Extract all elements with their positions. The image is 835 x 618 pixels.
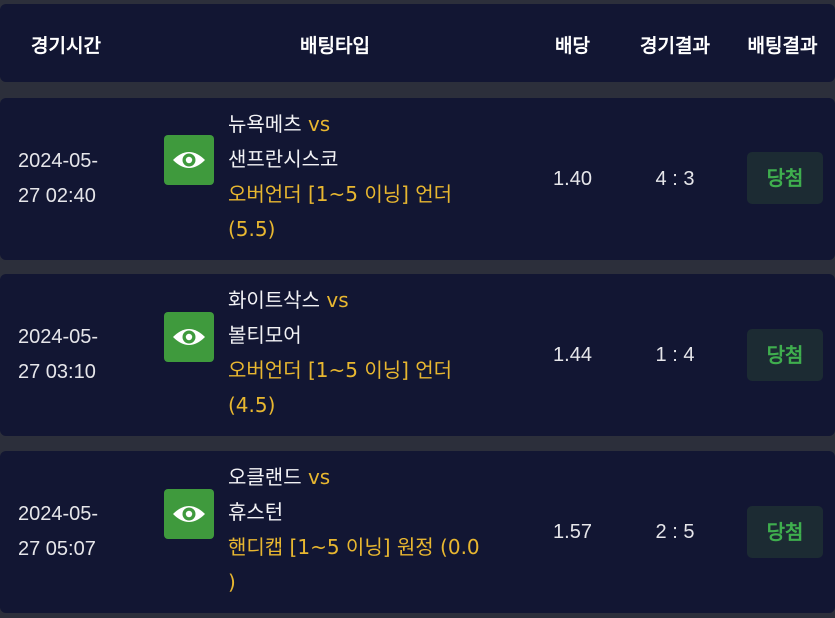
odds-value: 1.44 xyxy=(553,344,592,366)
away-team: 휴스턴 xyxy=(228,500,284,524)
away-team: 볼티모어 xyxy=(228,323,302,347)
vs-label: vs xyxy=(307,465,331,489)
bet-type-line: 핸디캡 [1~5 이닝] 원정 (0.0 xyxy=(228,535,480,559)
match-clock: 27 03:10 xyxy=(18,361,96,383)
bet-type-line: 오버언더 [1~5 이닝] 언더 xyxy=(228,358,453,382)
match-time: 2024-05- 27 05:07 xyxy=(18,451,133,613)
bet-info: 뉴욕메츠 vs 샌프란시스코 오버언더 [1~5 이닝] 언더 (5.5) xyxy=(228,107,528,247)
bet-type-line: 오버언더 [1~5 이닝] 언더 xyxy=(228,182,453,206)
win-badge: 당첨 xyxy=(747,152,823,204)
view-detail-button[interactable] xyxy=(164,489,214,539)
bet-type-line-cont: (4.5) xyxy=(228,393,276,417)
table-row: 2024-05- 27 05:07 오클랜드 vs 휴스턴 핸디캡 [1~5 이… xyxy=(0,451,835,613)
match-date: 2024-05- xyxy=(18,326,99,348)
bet-info: 화이트삭스 vs 볼티모어 오버언더 [1~5 이닝] 언더 (4.5) xyxy=(228,283,528,423)
eye-icon xyxy=(173,152,205,168)
matchup-line: 오클랜드 vs xyxy=(228,460,528,495)
match-clock: 27 02:40 xyxy=(18,185,96,207)
away-team: 샌프란시스코 xyxy=(228,147,339,171)
match-score: 1 : 4 xyxy=(655,344,695,366)
matchup-line: 화이트삭스 vs xyxy=(228,283,528,318)
odds-value: 1.57 xyxy=(553,521,592,543)
view-detail-button[interactable] xyxy=(164,135,214,185)
match-clock: 27 05:07 xyxy=(18,538,96,560)
bet-type-line-cont: ) xyxy=(228,570,236,594)
vs-label: vs xyxy=(307,112,331,136)
odds-value: 1.40 xyxy=(553,168,592,190)
win-badge: 당첨 xyxy=(747,506,823,558)
header-odds: 배당 xyxy=(555,35,590,57)
vs-label: vs xyxy=(326,288,349,312)
bet-type-line-cont: (5.5) xyxy=(228,217,276,241)
matchup-line: 뉴욕메츠 vs xyxy=(228,107,528,142)
home-team: 오클랜드 xyxy=(228,465,302,489)
header-match-time: 경기시간 xyxy=(31,35,101,57)
match-time: 2024-05- 27 03:10 xyxy=(18,274,133,436)
view-detail-button[interactable] xyxy=(164,312,214,362)
bet-history-screen: 경기시간 배팅타입 배당 경기결과 배팅결과 2024-05- 27 02:40… xyxy=(0,0,835,618)
eye-icon xyxy=(173,329,205,345)
match-score: 4 : 3 xyxy=(655,168,695,190)
table-header: 경기시간 배팅타입 배당 경기결과 배팅결과 xyxy=(0,4,835,82)
win-badge: 당첨 xyxy=(747,329,823,381)
table-row: 2024-05- 27 02:40 뉴욕메츠 vs 샌프란시스코 오버언더 [1… xyxy=(0,98,835,260)
table-row: 2024-05- 27 03:10 화이트삭스 vs 볼티모어 오버언더 [1~… xyxy=(0,274,835,436)
eye-icon xyxy=(173,506,205,522)
match-date: 2024-05- xyxy=(18,150,99,172)
header-bet-result: 배팅결과 xyxy=(747,35,818,57)
match-date: 2024-05- xyxy=(18,503,99,525)
match-time: 2024-05- 27 02:40 xyxy=(18,98,133,260)
match-score: 2 : 5 xyxy=(655,521,695,543)
header-match-result: 경기결과 xyxy=(640,35,710,57)
header-bet-type: 배팅타입 xyxy=(300,35,370,57)
home-team: 뉴욕메츠 xyxy=(228,112,302,136)
bet-info: 오클랜드 vs 휴스턴 핸디캡 [1~5 이닝] 원정 (0.0 ) xyxy=(228,460,528,600)
home-team: 화이트삭스 xyxy=(228,288,320,312)
